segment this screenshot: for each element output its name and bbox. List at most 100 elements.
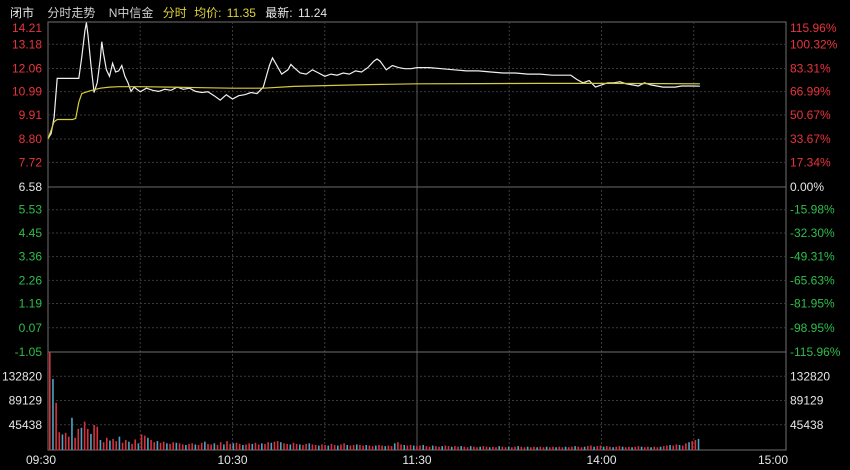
volume-bar: [564, 446, 567, 450]
volume-bar: [128, 441, 130, 450]
volume-bar: [238, 443, 241, 450]
volume-bar: [435, 446, 437, 450]
volume-bar: [393, 443, 396, 450]
volume-bar: [365, 445, 368, 450]
volume-bar: [242, 445, 244, 450]
volume-bar: [185, 445, 187, 450]
volume-bar: [504, 447, 507, 450]
y-right-tick-label: 100.32%: [790, 37, 838, 51]
volume-bar: [539, 446, 542, 450]
volume-bar: [397, 442, 399, 450]
volume-bar: [74, 437, 76, 450]
volume-bar: [662, 446, 665, 450]
volume-bar: [422, 445, 425, 450]
volume-left-tick-label: 132820: [2, 369, 42, 383]
volume-bar: [166, 443, 168, 450]
x-tick-label: 09:30: [26, 453, 56, 467]
volume-bar: [378, 445, 380, 450]
volume-bar: [586, 446, 589, 450]
volume-bar: [124, 440, 127, 450]
volume-bar: [178, 443, 181, 450]
y-left-tick-label: 1.19: [19, 297, 43, 311]
y-left-tick-label: 6.58: [19, 180, 43, 194]
y-right-tick-label: -49.31%: [790, 250, 835, 264]
volume-bar: [444, 445, 447, 450]
volume-bar: [501, 446, 504, 450]
volume-bar: [520, 446, 523, 450]
y-left-tick-label: 8.80: [19, 132, 43, 146]
volume-bar: [359, 445, 361, 450]
volume-bar: [191, 443, 194, 450]
volume-bar: [669, 445, 671, 450]
volume-bar: [457, 446, 459, 450]
volume-bar: [194, 444, 197, 450]
volume-bar: [381, 445, 383, 450]
volume-left-tick-label: 45438: [9, 418, 43, 432]
volume-bar: [507, 446, 510, 450]
volume-bar: [545, 446, 548, 450]
volume-bar: [621, 446, 624, 450]
volume-bar: [245, 444, 247, 450]
y-left-tick-label: 10.99: [12, 85, 42, 99]
volume-bar: [685, 443, 687, 450]
volume-bar: [574, 446, 576, 450]
volume-bar: [466, 447, 469, 450]
volume-bar: [257, 444, 260, 450]
volume-bar: [355, 444, 358, 450]
y-left-tick-label: 5.53: [19, 203, 43, 217]
x-tick-label: 10:30: [217, 453, 247, 467]
volume-bar: [264, 443, 266, 450]
volume-bar: [336, 445, 339, 450]
volume-bar: [115, 441, 118, 450]
y-right-tick-label: -65.63%: [790, 273, 835, 287]
volume-bar: [131, 443, 133, 450]
volume-bar: [254, 442, 257, 450]
volume-bar: [447, 446, 450, 450]
y-right-tick-label: 0.00%: [790, 180, 824, 194]
volume-bar: [454, 446, 456, 450]
volume-bar: [213, 443, 216, 450]
volume-bar: [441, 446, 444, 450]
volume-bar: [542, 447, 545, 450]
volume-bar: [450, 446, 453, 450]
volume-bar: [162, 441, 165, 450]
volume-bar: [333, 445, 336, 450]
volume-bar: [219, 442, 222, 450]
volume-bar: [143, 435, 146, 450]
y-left-tick-label: 4.45: [19, 226, 43, 240]
volume-bar: [317, 445, 320, 450]
y-left-tick-label: 7.72: [19, 155, 43, 169]
volume-bar: [207, 443, 209, 450]
volume-bar: [153, 442, 156, 450]
volume-bar: [156, 441, 159, 450]
price-line: [47, 22, 700, 139]
volume-bar: [400, 444, 402, 450]
volume-bar: [99, 440, 102, 450]
volume-bar: [460, 446, 462, 450]
volume-bar: [343, 443, 345, 450]
volume-bar: [267, 442, 269, 450]
volume-bar: [102, 442, 105, 450]
volume-bar: [292, 442, 295, 450]
volume-bar: [488, 447, 491, 450]
volume-bar: [374, 445, 377, 450]
y-left-tick-label: -1.05: [15, 345, 43, 359]
volume-bar: [469, 446, 472, 450]
volume-bar: [352, 445, 355, 450]
volume-bar: [583, 446, 586, 450]
volume-bar: [251, 443, 254, 450]
y-left-tick-label: 0.07: [19, 321, 43, 335]
volume-bar: [311, 444, 314, 450]
volume-bar: [605, 446, 608, 450]
volume-bar: [482, 446, 485, 450]
volume-bar: [530, 447, 532, 450]
volume-bar: [659, 446, 662, 450]
volume-bar: [261, 443, 263, 450]
x-tick-label: 15:00: [758, 453, 788, 467]
volume-bar: [83, 421, 86, 450]
intraday-chart[interactable]: 14.21 115.96% 13.18 100.32% 12.06 83.31% 10.99…: [0, 0, 850, 470]
volume-bar: [80, 427, 83, 450]
volume-bar: [200, 442, 203, 450]
volume-bar: [140, 434, 143, 450]
volume-bar: [419, 445, 421, 450]
